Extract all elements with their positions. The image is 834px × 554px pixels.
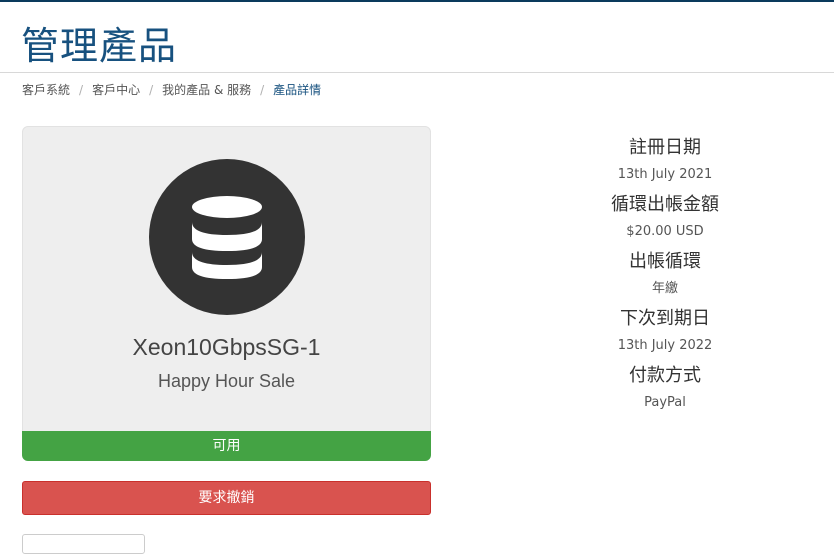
database-icon — [192, 196, 262, 279]
breadcrumb-current: 產品詳情 — [273, 83, 322, 97]
status-badge: 可用 — [22, 431, 431, 461]
detail-value-payment-method: PayPal — [644, 395, 686, 410]
detail-value-billing-cycle: 年繳 — [651, 281, 678, 296]
secondary-button[interactable] — [22, 534, 145, 554]
detail-label-next-due-date: 下次到期日 — [620, 308, 710, 329]
breadcrumb: 客戶系統 / 客戶中心 / 我的產品 & 服務 / 產品詳情 — [22, 81, 321, 99]
product-card: Xeon10GbpsSG-1 Happy Hour Sale — [22, 126, 431, 436]
request-cancellation-button[interactable]: 要求撤銷 — [22, 481, 431, 515]
product-name: Xeon10GbpsSG-1 — [132, 334, 321, 360]
top-border — [0, 0, 834, 2]
breadcrumb-link-my-services[interactable]: 我的產品 & 服務 — [162, 83, 251, 97]
page-title: 管理產品 — [21, 24, 178, 68]
detail-value-registration-date: 13th July 2021 — [617, 167, 713, 182]
detail-label-billing-cycle: 出帳循環 — [629, 251, 701, 272]
breadcrumb-separator: / — [79, 83, 84, 97]
breadcrumb-separator: / — [149, 83, 154, 97]
product-details: 註冊日期 13th July 2021 循環出帳金額 $20.00 USD 出帳… — [496, 132, 834, 419]
product-icon-circle — [149, 159, 305, 315]
title-divider — [0, 72, 834, 73]
detail-value-next-due-date: 13th July 2022 — [617, 338, 713, 353]
breadcrumb-link-client-center[interactable]: 客戶中心 — [92, 83, 140, 97]
detail-label-registration-date: 註冊日期 — [629, 137, 701, 158]
detail-label-recurring-amount: 循環出帳金額 — [611, 194, 719, 215]
product-group: Happy Hour Sale — [157, 371, 296, 391]
detail-value-recurring-amount: $20.00 USD — [626, 224, 704, 239]
breadcrumb-separator: / — [260, 83, 265, 97]
breadcrumb-link-client-area[interactable]: 客戶系統 — [22, 83, 70, 97]
detail-label-payment-method: 付款方式 — [629, 365, 701, 386]
